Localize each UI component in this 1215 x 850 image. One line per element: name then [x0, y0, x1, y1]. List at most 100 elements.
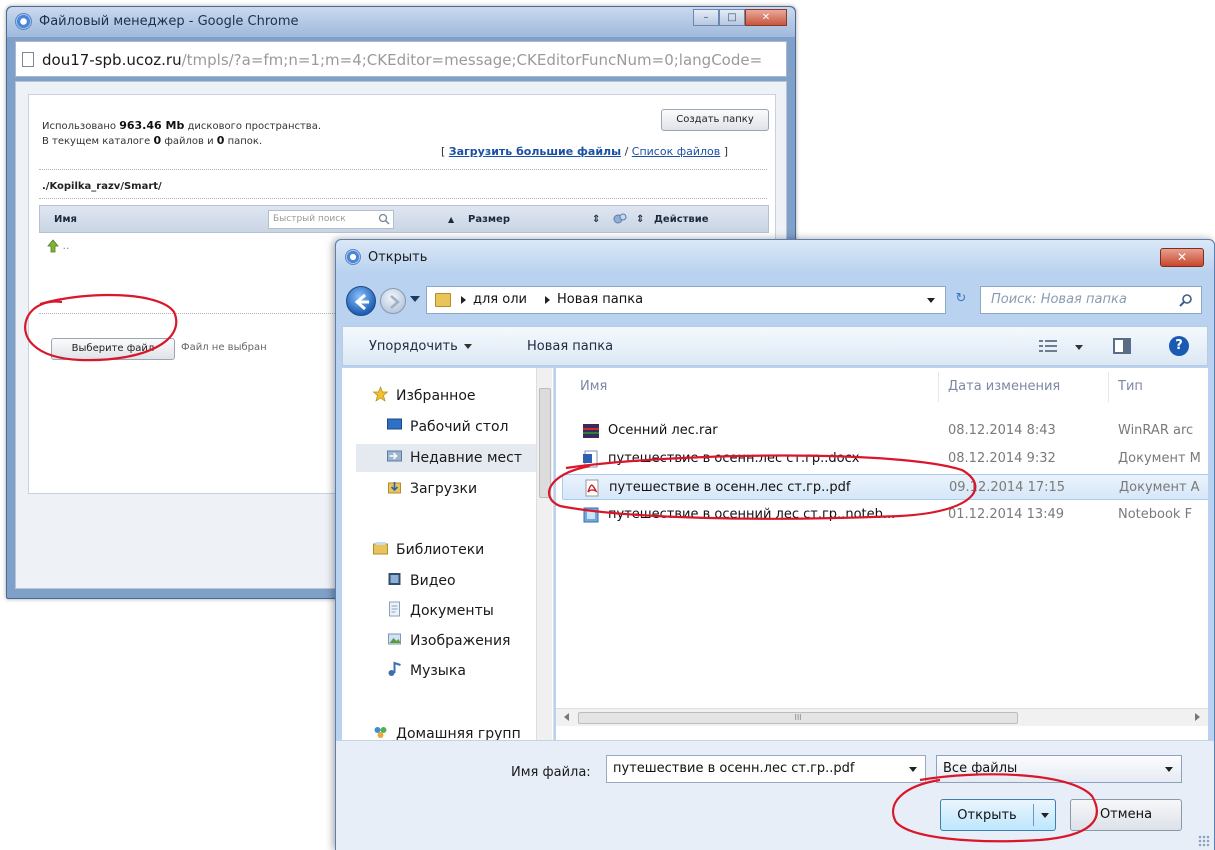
chevron-down-icon[interactable]: [1041, 813, 1049, 818]
nav-downloads[interactable]: Загрузки: [386, 479, 477, 497]
file-name: путешествие в осенний лес ст.гр..noteb..…: [608, 507, 896, 522]
file-type: Документ A: [1119, 480, 1200, 495]
sort-icon[interactable]: ⇕: [592, 214, 600, 225]
video-icon: [388, 573, 401, 585]
nav-libraries[interactable]: Библиотеки: [372, 540, 484, 558]
sort-asc-icon[interactable]: ▲: [448, 215, 454, 224]
minimize-button[interactable]: –: [693, 9, 719, 26]
dialog-close-button[interactable]: ✕: [1160, 248, 1204, 267]
filename-input[interactable]: путешествие в осенн.лес ст.гр..pdf: [606, 755, 926, 783]
nav-desktop[interactable]: Рабочий стол: [386, 417, 509, 435]
eye-icon[interactable]: [612, 212, 628, 226]
nav-recent[interactable]: Недавние мест: [356, 444, 536, 472]
scroll-left-icon[interactable]: [564, 713, 569, 721]
quick-search-placeholder: Быстрый поиск: [273, 214, 346, 224]
address-bar[interactable]: dou17-spb.ucoz.ru/tmpls/?a=fm;n=1;m=4;CK…: [15, 41, 787, 77]
column-type-header[interactable]: Тип: [1118, 379, 1143, 394]
file-type-filter[interactable]: Все файлы: [936, 755, 1182, 783]
downloads-icon: [388, 482, 401, 494]
nav-images[interactable]: Изображения: [386, 631, 510, 649]
file-date: 08.12.2014 8:43: [948, 423, 1056, 438]
forward-button[interactable]: [380, 288, 406, 314]
current-path: ./Kopilka_razv/Smart/: [42, 181, 162, 192]
history-dropdown-icon[interactable]: [410, 296, 420, 302]
choose-file-button[interactable]: Выберите файл: [51, 338, 175, 360]
file-row[interactable]: путешествие в осенн.лес ст.гр..docx 08.1…: [562, 446, 1208, 472]
page-icon: [22, 52, 34, 67]
nav-music[interactable]: Музыка: [386, 661, 466, 679]
documents-icon: [389, 601, 400, 617]
sort-icon[interactable]: ⇕: [636, 214, 644, 225]
chevron-down-icon[interactable]: [909, 767, 917, 772]
folder-icon: [435, 293, 451, 307]
column-date-header[interactable]: Дата изменения: [948, 379, 1060, 394]
preview-pane-icon[interactable]: [1113, 338, 1131, 354]
search-placeholder: Поиск: Новая папка: [991, 292, 1127, 307]
chevron-right-icon: [545, 296, 550, 304]
nav-favorites[interactable]: Избранное: [372, 386, 476, 404]
parent-dir-row[interactable]: ..: [47, 239, 70, 253]
nav-video[interactable]: Видео: [386, 571, 456, 589]
navigation-row: для оли Новая папка ↻ Поиск: Новая папка: [342, 284, 1208, 316]
usage-prefix: Использовано: [42, 121, 120, 132]
archive-icon: [583, 424, 599, 438]
column-separator[interactable]: [938, 372, 939, 402]
chevron-down-icon[interactable]: [927, 298, 935, 303]
breadcrumb-item[interactable]: Новая папка: [557, 292, 643, 307]
breadcrumb-bar[interactable]: для оли Новая папка: [426, 286, 946, 314]
chrome-close-button[interactable]: ✕: [745, 9, 787, 26]
chevron-down-icon[interactable]: [1075, 345, 1083, 350]
scroll-right-icon[interactable]: [1195, 713, 1200, 721]
file-row[interactable]: путешествие в осенний лес ст.гр..noteb..…: [562, 502, 1208, 528]
filename-label: Имя файла:: [511, 765, 591, 780]
organize-menu[interactable]: Упорядочить: [369, 339, 472, 354]
nav-favorites-label: Избранное: [396, 388, 476, 404]
help-icon[interactable]: ?: [1169, 336, 1189, 356]
url-text[interactable]: dou17-spb.ucoz.ru/tmpls/?a=fm;n=1;m=4;CK…: [42, 51, 782, 69]
file-list-link[interactable]: Список файлов: [632, 145, 720, 158]
file-type: Notebook F: [1118, 507, 1193, 522]
recent-places-icon: [387, 450, 402, 462]
scrollbar-thumb[interactable]: [539, 388, 551, 498]
column-size[interactable]: Размер: [468, 214, 510, 225]
quick-search-input[interactable]: Быстрый поиск: [268, 210, 394, 229]
refresh-button[interactable]: ↻: [948, 288, 974, 312]
divider: [39, 169, 767, 170]
dialog-title-bar[interactable]: Открыть ✕: [336, 240, 1214, 274]
back-button[interactable]: [346, 286, 376, 316]
column-separator[interactable]: [1108, 372, 1109, 402]
file-row[interactable]: Осенний лес.rar 08.12.2014 8:43 WinRAR a…: [562, 418, 1208, 444]
arrow-right-icon: [390, 295, 400, 309]
nav-documents-label: Документы: [410, 603, 494, 619]
file-date: 09.12.2014 17:15: [949, 480, 1066, 495]
nav-documents[interactable]: Документы: [386, 601, 494, 619]
chevron-down-icon: [1165, 767, 1173, 772]
word-document-icon: [583, 450, 598, 468]
chrome-title-bar[interactable]: Файловый менеджер - Google Chrome – □ ✕: [7, 7, 795, 37]
split-divider: [1033, 804, 1034, 826]
breadcrumb-item[interactable]: для оли: [473, 292, 527, 307]
new-folder-button[interactable]: Новая папка: [527, 339, 613, 354]
scrollbar-thumb[interactable]: III: [578, 712, 1018, 724]
up-arrow-icon: [47, 239, 59, 253]
file-type-filter-value: Все файлы: [943, 761, 1018, 776]
chevron-right-icon: [461, 296, 466, 304]
dialog-search-input[interactable]: Поиск: Новая папка: [980, 286, 1202, 314]
column-name-header[interactable]: Имя: [580, 379, 607, 394]
view-options-icon[interactable]: [1039, 339, 1057, 353]
cancel-button[interactable]: Отмена: [1070, 799, 1182, 831]
column-name[interactable]: Имя: [54, 214, 77, 225]
resize-grip-icon[interactable]: [1198, 835, 1210, 847]
file-name: Осенний лес.rar: [608, 423, 718, 438]
create-folder-button[interactable]: Создать папку: [661, 109, 769, 131]
file-row-selected[interactable]: путешествие в осенн.лес ст.гр..pdf 09.12…: [562, 474, 1208, 500]
open-button[interactable]: Открыть: [940, 799, 1056, 831]
disk-usage-info: Использовано 963.46 Mb дискового простра…: [42, 119, 321, 149]
maximize-button[interactable]: □: [719, 9, 745, 26]
upload-big-files-link[interactable]: Загрузить большие файлы: [449, 145, 621, 158]
bracket-close: ]: [720, 145, 729, 158]
upload-links: [ Загрузить большие файлы / Список файло…: [441, 145, 728, 158]
link-separator: /: [621, 145, 632, 158]
horizontal-scrollbar[interactable]: III: [556, 708, 1208, 726]
nav-scrollbar[interactable]: [536, 368, 552, 746]
